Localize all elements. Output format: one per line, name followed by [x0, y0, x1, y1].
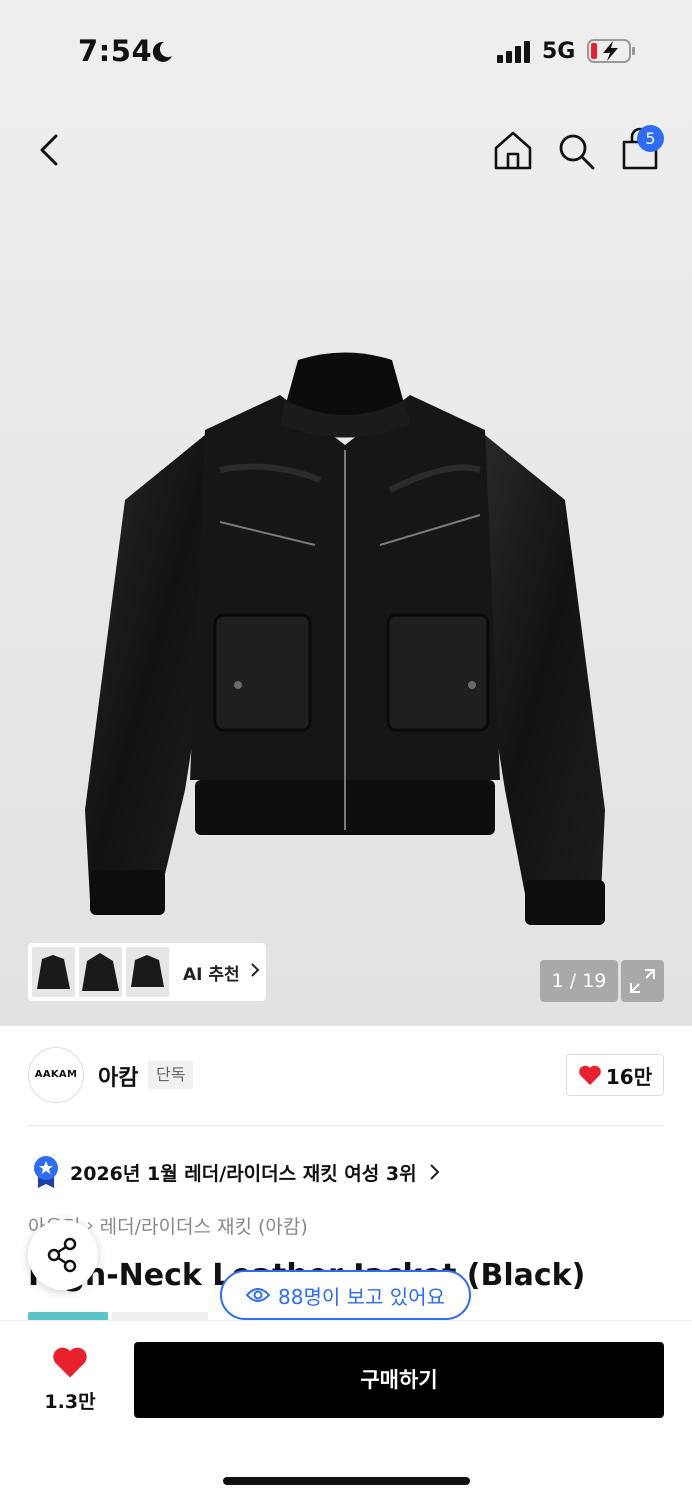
brand-like-button[interactable]: 16만	[566, 1054, 664, 1096]
eye-icon	[246, 1288, 271, 1302]
chevron-right-icon	[429, 1164, 439, 1180]
image-counter: 1 / 19	[540, 960, 618, 1002]
buy-button[interactable]: 구매하기	[134, 1342, 664, 1418]
expand-icon	[630, 969, 655, 993]
ai-thumb[interactable]	[79, 947, 122, 997]
share-button[interactable]	[28, 1220, 98, 1290]
exclusive-badge: 단독	[148, 1061, 194, 1089]
home-indicator	[223, 1477, 470, 1485]
ai-thumb[interactable]	[32, 947, 75, 997]
back-button[interactable]	[30, 128, 70, 172]
ai-recommendation-label: AI 추천	[183, 964, 240, 985]
search-button[interactable]	[555, 128, 597, 172]
status-bar: 7:54 5G	[0, 0, 692, 100]
ranking-medal-icon	[34, 1156, 58, 1188]
expand-image-button[interactable]	[621, 960, 664, 1002]
moon-icon	[150, 40, 174, 68]
ranking-text: 2026년 1월 레더/라이더스 재킷 여성 3위	[70, 1162, 417, 1185]
ai-recommendation-chip[interactable]: AI 추천	[28, 943, 266, 1001]
ranking-link[interactable]: 2026년 1월 레더/라이더스 재킷 여성 3위	[32, 1155, 441, 1189]
brand-like-count: 16만	[605, 1064, 653, 1089]
cart-count-badge: 5	[637, 125, 664, 152]
battery-charging-icon	[587, 38, 637, 68]
brand-logo[interactable]: AAKAM	[28, 1047, 84, 1103]
back-icon	[40, 134, 58, 166]
signal-icon	[497, 41, 533, 67]
brand-name[interactable]: 아캄	[98, 1060, 138, 1092]
search-icon	[559, 134, 595, 170]
home-button[interactable]	[492, 128, 534, 172]
divider	[28, 1125, 664, 1126]
viewers-pill: 88명이 보고 있어요	[220, 1270, 471, 1320]
chevron-right-icon	[250, 962, 260, 982]
heart-icon	[579, 1065, 601, 1085]
share-icon	[47, 1237, 77, 1273]
status-time: 7:54	[78, 34, 153, 68]
breadcrumb-item[interactable]: 레더/라이더스 재킷 (아캄)	[100, 1212, 308, 1239]
viewers-text: 88명이 보고 있어요	[278, 1284, 445, 1309]
network-label: 5G	[542, 39, 576, 64]
favorite-count: 1.3만	[44, 1391, 96, 1413]
heart-icon	[53, 1347, 87, 1378]
ai-thumb[interactable]	[126, 947, 169, 997]
home-icon	[494, 131, 532, 170]
product-image[interactable]	[70, 340, 620, 944]
